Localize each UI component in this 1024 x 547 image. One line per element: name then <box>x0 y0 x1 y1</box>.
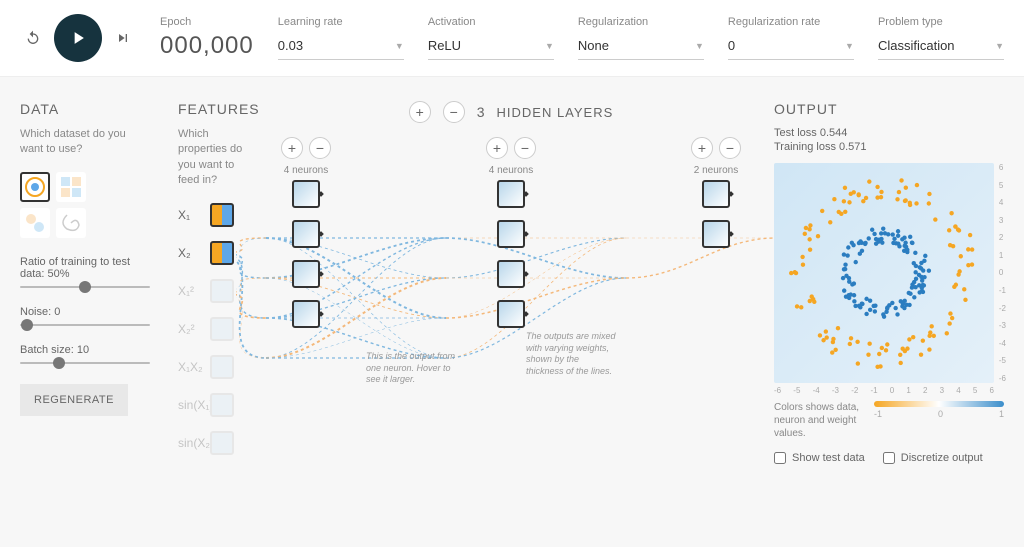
dataset-gauss[interactable] <box>20 208 50 238</box>
output-title: OUTPUT <box>774 101 1004 117</box>
dataset-circle[interactable] <box>20 172 50 202</box>
training-loss: Training loss 0.571 <box>774 141 1004 153</box>
feature-X₂[interactable]: X₂ <box>178 241 248 265</box>
feature-tile <box>210 355 234 379</box>
neuron[interactable] <box>292 180 320 208</box>
color-gradient <box>874 401 1004 407</box>
features-title: FEATURES <box>178 101 248 117</box>
layer-neuron-count: 4 neurons <box>284 165 328 176</box>
dataset-spiral[interactable] <box>56 208 86 238</box>
add-neuron-button[interactable]: + <box>691 137 713 159</box>
add-neuron-button[interactable]: + <box>281 137 303 159</box>
feature-sin(X₁)[interactable]: sin(X₁) <box>178 393 248 417</box>
data-title: DATA <box>20 101 150 117</box>
ratio-label: Ratio of training to test data: 50% <box>20 256 150 280</box>
data-subtitle: Which dataset do you want to use? <box>20 127 150 158</box>
hidden-layer-1 <box>286 180 326 328</box>
reset-button[interactable] <box>20 25 46 51</box>
regularization-rate-select[interactable]: 0▼ <box>728 34 854 60</box>
epoch-label: Epoch <box>160 16 254 28</box>
neuron[interactable] <box>497 300 525 328</box>
regularization-select[interactable]: None▼ <box>578 34 704 60</box>
batch-slider[interactable] <box>20 362 150 364</box>
activation-select[interactable]: ReLU▼ <box>428 34 554 60</box>
play-button[interactable] <box>54 14 102 62</box>
neuron[interactable] <box>702 180 730 208</box>
regenerate-button[interactable]: REGENERATE <box>20 384 128 416</box>
legend-text: Colors shows data, neuron and weight val… <box>774 401 864 440</box>
neuron[interactable] <box>497 220 525 248</box>
activation-label: Activation <box>428 16 554 28</box>
layer-neuron-count: 2 neurons <box>694 165 738 176</box>
ratio-slider[interactable] <box>20 286 150 288</box>
feature-sin(X₂)[interactable]: sin(X₂) <box>178 431 248 455</box>
weight-hint: The outputs are mixed with varying weigh… <box>526 331 618 378</box>
problemtype-label: Problem type <box>878 16 1004 28</box>
layer-neuron-count: 4 neurons <box>489 165 533 176</box>
lr-label: Learning rate <box>278 16 404 28</box>
regrate-label: Regularization rate <box>728 16 854 28</box>
chevron-down-icon: ▼ <box>545 41 554 51</box>
remove-neuron-button[interactable]: − <box>719 137 741 159</box>
problem-type-select[interactable]: Classification▼ <box>878 34 1004 60</box>
hidden-layer-2 <box>491 180 531 328</box>
batch-label: Batch size: 10 <box>20 344 150 356</box>
neuron[interactable] <box>497 260 525 288</box>
neuron[interactable] <box>292 260 320 288</box>
hidden-label: HIDDEN LAYERS <box>497 105 614 120</box>
remove-layer-button[interactable]: − <box>443 101 465 123</box>
feature-tile <box>210 203 234 227</box>
chevron-down-icon: ▼ <box>995 41 1004 51</box>
feature-X₁X₂[interactable]: X₁X₂ <box>178 355 248 379</box>
feature-X₂²[interactable]: X₂² <box>178 317 248 341</box>
feature-X₁²[interactable]: X₁² <box>178 279 248 303</box>
remove-neuron-button[interactable]: − <box>309 137 331 159</box>
features-subtitle: Which properties do you want to feed in? <box>178 127 248 189</box>
neuron[interactable] <box>292 300 320 328</box>
add-layer-button[interactable]: + <box>409 101 431 123</box>
regularization-label: Regularization <box>578 16 704 28</box>
dataset-xor[interactable] <box>56 172 86 202</box>
chevron-down-icon: ▼ <box>695 41 704 51</box>
feature-tile <box>210 279 234 303</box>
test-loss: Test loss 0.544 <box>774 127 1004 139</box>
noise-label: Noise: 0 <box>20 306 150 318</box>
hidden-count: 3 <box>477 104 485 120</box>
remove-neuron-button[interactable]: − <box>514 137 536 159</box>
neuron[interactable] <box>702 220 730 248</box>
output-plot: -6-5-4-3-2-10123456 -6-5-4-3-2-10123456 <box>774 163 994 383</box>
noise-slider[interactable] <box>20 324 150 326</box>
neuron[interactable] <box>292 220 320 248</box>
feature-tile <box>210 393 234 417</box>
step-button[interactable] <box>110 25 136 51</box>
neuron[interactable] <box>497 180 525 208</box>
feature-tile <box>210 241 234 265</box>
chevron-down-icon: ▼ <box>845 41 854 51</box>
feature-tile <box>210 317 234 341</box>
chevron-down-icon: ▼ <box>395 41 404 51</box>
feature-tile <box>210 431 234 455</box>
show-test-checkbox[interactable]: Show test data <box>774 452 865 464</box>
learning-rate-select[interactable]: 0.03▼ <box>278 34 404 60</box>
add-neuron-button[interactable]: + <box>486 137 508 159</box>
hidden-layer-3 <box>696 180 736 328</box>
discretize-checkbox[interactable]: Discretize output <box>883 452 983 464</box>
neuron-hint: This is the output from one neuron. Hove… <box>366 351 458 386</box>
feature-X₁[interactable]: X₁ <box>178 203 248 227</box>
epoch-value: 000,000 <box>160 32 254 60</box>
